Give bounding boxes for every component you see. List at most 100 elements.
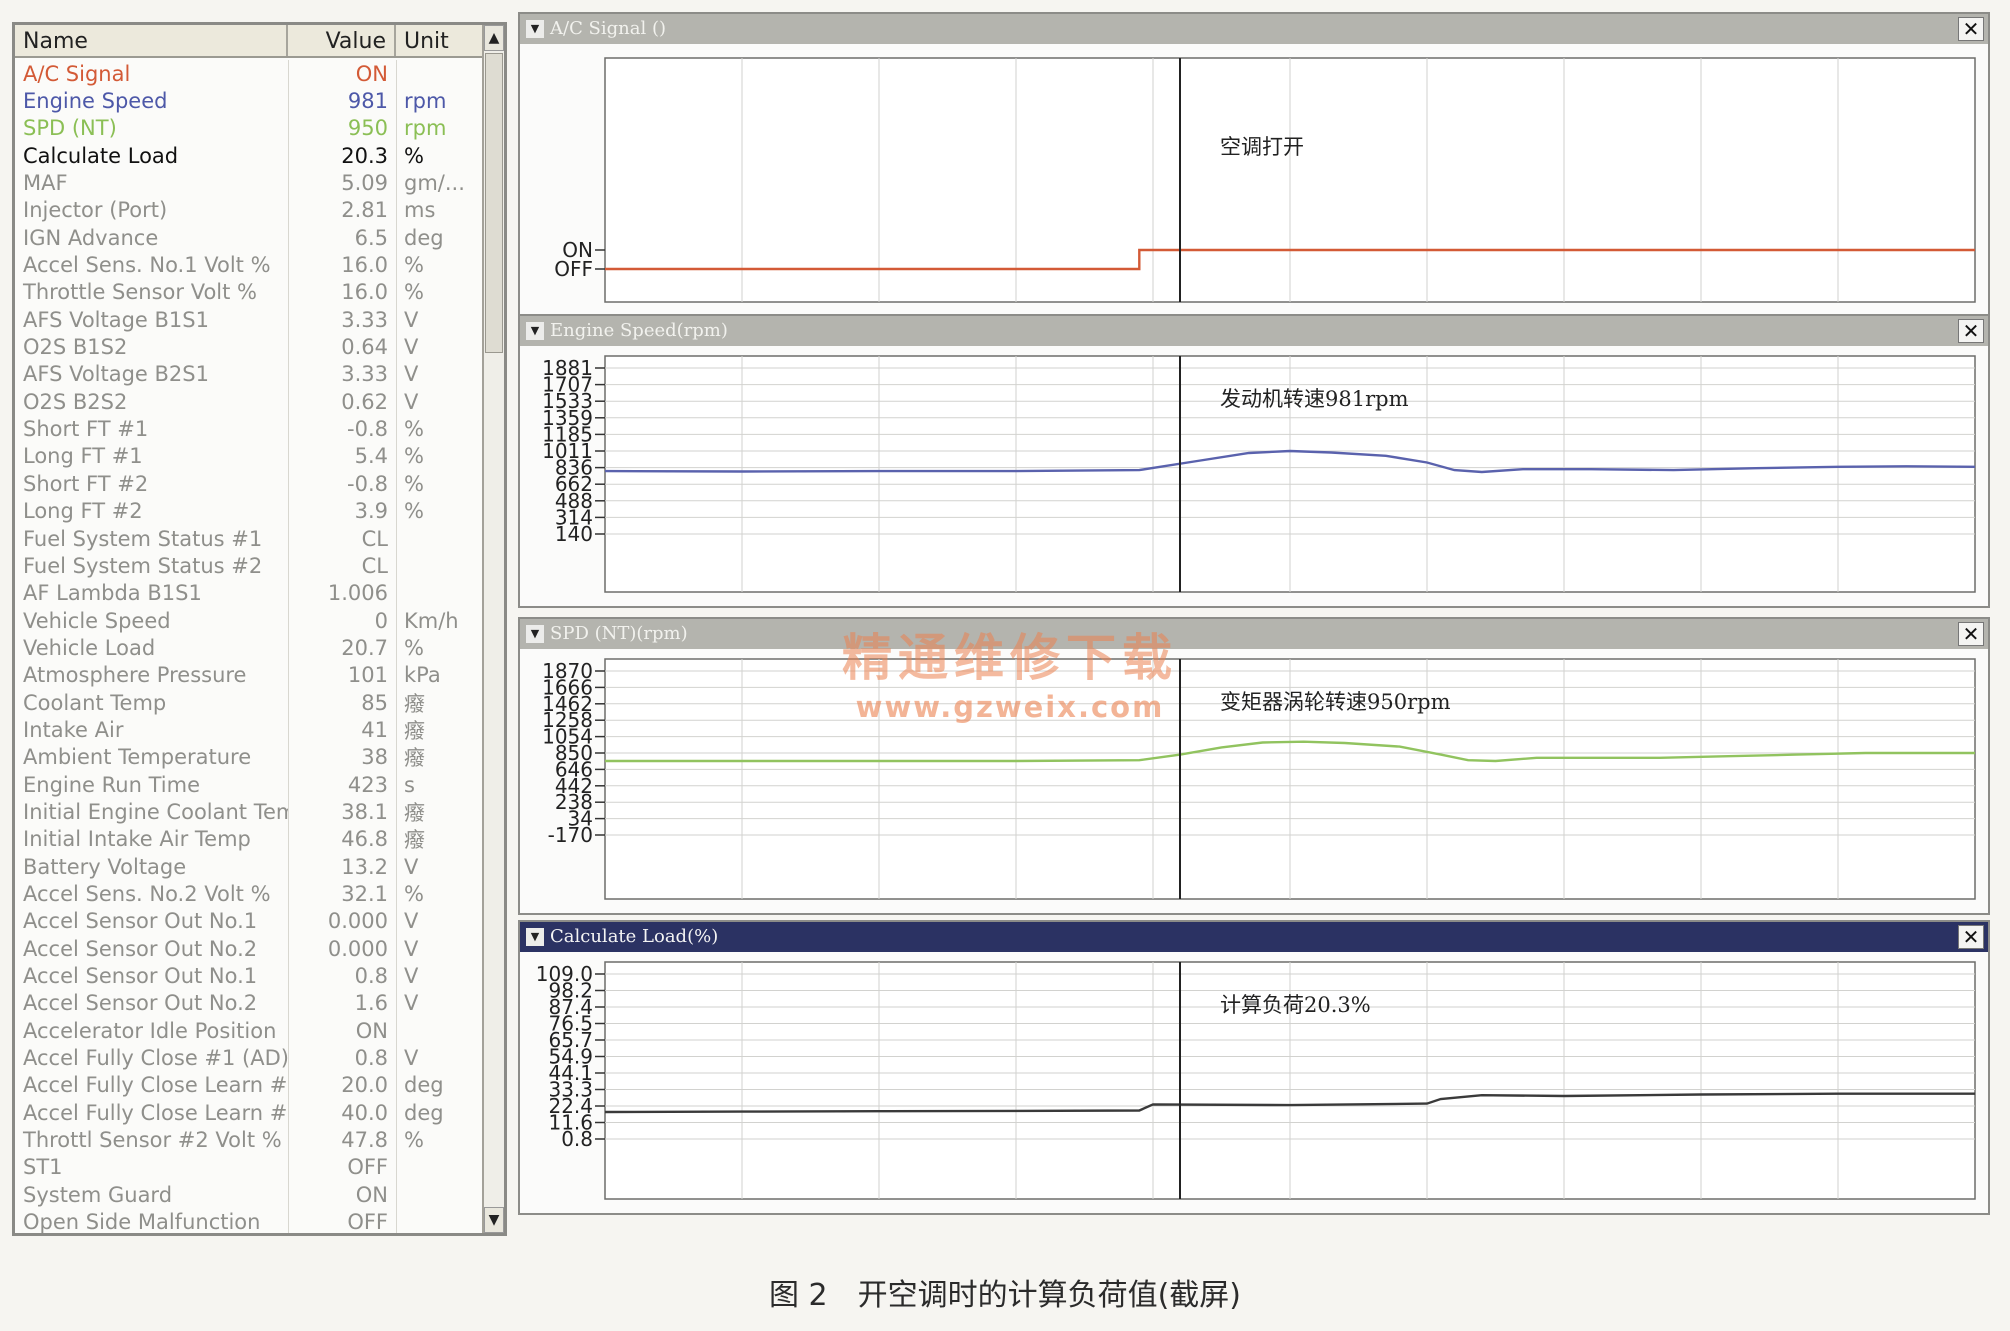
data-list-row[interactable]: Throttle Sensor Volt % 16.0% — [15, 279, 485, 306]
parameter-unit: % — [404, 253, 424, 278]
parameter-name: Accel Sensor Out No.1 — [23, 964, 258, 989]
data-list-row[interactable]: Short FT #1 -0.8% — [15, 415, 485, 442]
parameter-name: Battery Voltage — [23, 854, 187, 879]
data-list-row[interactable]: O2S B2S2 0.62 V — [15, 388, 485, 415]
close-icon[interactable]: ✕ — [1958, 622, 1984, 646]
data-list-row[interactable]: Battery Voltage 13.2 V — [15, 853, 485, 880]
parameter-value: 0.000 — [327, 936, 388, 961]
parameter-unit: rpm — [404, 116, 447, 141]
watermark-text: 精通维修下载 — [842, 629, 1178, 687]
close-icon[interactable]: ✕ — [1958, 17, 1984, 41]
column-header-name[interactable]: Name — [15, 25, 288, 56]
data-list-header: Name Value Unit — [15, 25, 485, 58]
parameter-value: 32.1 — [341, 881, 388, 906]
dropdown-arrow-icon[interactable]: ▼ — [526, 322, 544, 340]
data-list-row[interactable]: Accel Sensor Out No.1 0.000 V — [15, 908, 485, 935]
data-list-row[interactable]: System Guard ON — [15, 1181, 485, 1208]
data-list-row[interactable]: Accel Sensor Out No.1 0.8 V — [15, 962, 485, 989]
data-list-row[interactable]: IGN Advance 6.5 deg — [15, 224, 485, 251]
graph-titlebar[interactable]: ▼ A/C Signal () — [520, 14, 1988, 44]
data-list-row[interactable]: AF Lambda B1S1 1.006 — [15, 580, 485, 607]
data-list-row[interactable]: Injector (Port) 2.81 ms — [15, 197, 485, 224]
data-list-row[interactable]: Ambient Temperature 38 癈 — [15, 744, 485, 771]
data-list-row[interactable]: Vehicle Load 20.7% — [15, 634, 485, 661]
dropdown-arrow-icon[interactable]: ▼ — [526, 20, 544, 38]
scroll-up-icon[interactable]: ▲ — [484, 25, 504, 51]
y-tick-label: 140 — [555, 522, 593, 546]
graph-titlebar[interactable]: ▼ Calculate Load(%) — [520, 922, 1988, 952]
data-list-row[interactable]: Initial Intake Air Temp 46.8 癈 — [15, 826, 485, 853]
data-list-row[interactable]: Accel Sens. No.1 Volt % 16.0% — [15, 251, 485, 278]
parameter-name: ST1 — [23, 1155, 63, 1180]
graph-panel-spd-nt[interactable]: ▼ SPD (NT)(rpm) ✕ 1870 1666 1462 1258 1054 85… — [518, 617, 1990, 915]
vertical-scrollbar[interactable]: ▲ ▼ — [482, 25, 504, 1233]
parameter-name: Accel Sensor Out No.2 — [23, 936, 258, 961]
close-icon[interactable]: ✕ — [1958, 319, 1984, 343]
graph-panel-engine-speed[interactable]: ▼ Engine Speed(rpm) ✕ 1881 1707 1533 1359 11… — [518, 314, 1990, 608]
data-list-row[interactable]: Accel Fully Close Learn #2 40.0 deg — [15, 1099, 485, 1126]
data-list-row[interactable]: AFS Voltage B1S1 3.33 V — [15, 306, 485, 333]
parameter-unit: % — [404, 471, 424, 496]
data-list-row[interactable]: Fuel System Status #1 CL — [15, 525, 485, 552]
data-list-row[interactable]: Engine Run Time 423 s — [15, 771, 485, 798]
data-list-row[interactable]: Accel Sensor Out No.2 0.000 V — [15, 935, 485, 962]
data-list-row[interactable]: ST1 OFF — [15, 1154, 485, 1181]
data-list-row[interactable]: O2S B1S2 0.64 V — [15, 333, 485, 360]
parameter-unit: % — [404, 444, 424, 469]
data-list-row[interactable]: Open Side Malfunction OFF — [15, 1208, 485, 1235]
column-header-value[interactable]: Value — [288, 25, 396, 56]
parameter-value: ON — [355, 1018, 388, 1043]
data-list-row[interactable]: Intake Air 41 癈 — [15, 716, 485, 743]
parameter-value: 3.9 — [354, 499, 388, 524]
data-list-row[interactable]: Coolant Temp 85 癈 — [15, 689, 485, 716]
data-list-row[interactable]: Accel Sens. No.2 Volt % 32.1% — [15, 880, 485, 907]
data-list-row[interactable]: Long FT #1 5.4% — [15, 443, 485, 470]
parameter-value: 3.33 — [341, 362, 388, 387]
dropdown-arrow-icon[interactable]: ▼ — [526, 928, 544, 946]
dropdown-arrow-icon[interactable]: ▼ — [526, 625, 544, 643]
graph-panel-ac-signal[interactable]: ▼ A/C Signal () ✕ ON OFF 空调打开 — [518, 12, 1990, 318]
scrollbar-thumb[interactable] — [485, 53, 503, 353]
y-tick-label: 0.8 — [561, 1127, 593, 1151]
data-list-row[interactable]: Vehicle Speed 0 Km/h — [15, 607, 485, 634]
graph-titlebar[interactable]: ▼ SPD (NT)(rpm) — [520, 619, 1988, 649]
data-list-row[interactable]: Throttl Sensor #2 Volt % 47.8% — [15, 1126, 485, 1153]
graph-titlebar[interactable]: ▼ Engine Speed(rpm) — [520, 316, 1988, 346]
data-list-row[interactable]: Long FT #2 3.9% — [15, 498, 485, 525]
parameter-name: Accel Sens. No.2 Volt % — [23, 881, 271, 906]
data-list-row[interactable]: Fuel System Status #2 CL — [15, 552, 485, 579]
data-list-row[interactable]: SPD (NT) 950 rpm — [15, 115, 485, 142]
parameter-unit: V — [404, 389, 419, 414]
scroll-down-icon[interactable]: ▼ — [484, 1207, 504, 1233]
graph-panel-calculate-load[interactable]: ▼ Calculate Load(%) ✕ 109.0 98.2 87.4 76.5 6… — [518, 920, 1990, 1215]
data-list-row[interactable]: Initial Engine Coolant Temp 38.1 癈 — [15, 798, 485, 825]
data-list-row[interactable]: Accel Sensor Out No.2 1.6 V — [15, 990, 485, 1017]
data-list-row[interactable]: Atmosphere Pressure 101 kPa — [15, 662, 485, 689]
close-icon[interactable]: ✕ — [1958, 925, 1984, 949]
parameter-unit: % — [404, 499, 424, 524]
data-list-row[interactable]: Accel Fully Close Learn #1 20.0 deg — [15, 1072, 485, 1099]
data-list-row[interactable]: AFS Voltage B2S1 3.33 V — [15, 361, 485, 388]
parameter-unit: 癈 — [404, 718, 425, 743]
column-header-unit[interactable]: Unit — [396, 25, 485, 56]
parameter-unit: deg — [404, 1073, 444, 1098]
data-list-row[interactable]: Short FT #2 -0.8% — [15, 470, 485, 497]
data-list-row[interactable]: MAF 5.09 gm/... — [15, 169, 485, 196]
data-list-panel: Name Value Unit A/C Signal ON Engine Speed… — [12, 22, 507, 1236]
data-list-row[interactable]: Accel Fully Close #1 (AD) 0.8 V — [15, 1044, 485, 1071]
parameter-value: OFF — [347, 1210, 388, 1235]
parameter-name: SPD (NT) — [23, 116, 117, 141]
parameter-unit: V — [404, 307, 419, 332]
parameter-value: 0.8 — [354, 1046, 388, 1071]
parameter-unit: % — [404, 143, 424, 168]
parameter-value: 16.0 — [341, 280, 388, 305]
parameter-value: 423 — [347, 772, 388, 797]
parameter-unit: % — [404, 1128, 424, 1153]
data-list-row[interactable]: A/C Signal ON — [15, 60, 485, 87]
parameter-value: 16.0 — [341, 253, 388, 278]
ac-signal-chart: ONOFF空调打开 — [554, 57, 1976, 303]
data-list-row[interactable]: Calculate Load 20.3% — [15, 142, 485, 169]
parameter-name: MAF — [23, 171, 68, 196]
data-list-row[interactable]: Engine Speed 981 rpm — [15, 87, 485, 114]
data-list-row[interactable]: Accelerator Idle Position ON — [15, 1017, 485, 1044]
